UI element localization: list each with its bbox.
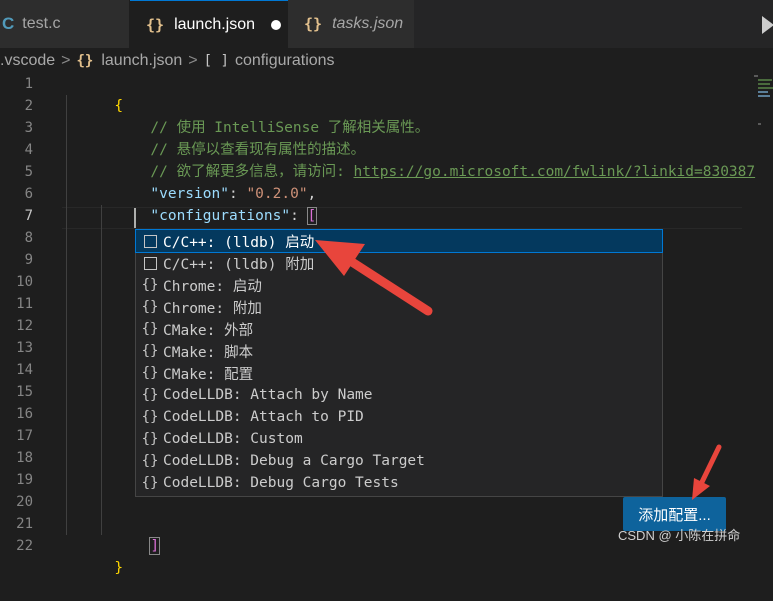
braces-icon: {} [141, 387, 159, 403]
breadcrumb-symbol[interactable]: configurations [235, 52, 335, 70]
snippet-icon [140, 234, 160, 248]
code-text[interactable]: { // 使用 IntelliSense 了解相关属性。 // 悬停以查看现有属… [62, 73, 755, 576]
braces-icon: {} [141, 475, 159, 491]
suggestion-label: CodeLLDB: Custom [163, 431, 303, 447]
editor-tab-bar: C test.c {} launch.json {} tasks.json [0, 0, 773, 48]
line-number: 1 [24, 76, 33, 92]
watermark: CSDN @ 小陈在拼命 [618, 528, 741, 543]
json-file-icon: {} [76, 53, 94, 69]
minimap[interactable] [752, 73, 773, 133]
braces-icon: {} [141, 431, 159, 447]
c-file-icon: C [2, 14, 15, 33]
chevron-right-icon: > [61, 52, 71, 69]
line-number: 20 [16, 494, 33, 510]
suggestion-label: C/C++: (lldb) 附加 [163, 256, 315, 273]
line-number: 22 [16, 538, 33, 554]
suggestion-label: Chrome: 附加 [163, 300, 262, 317]
suggestion-item[interactable]: {} CodeLLDB: Attach by Name [136, 384, 662, 406]
suggestion-label: CMake: 配置 [163, 366, 254, 383]
suggestion-label: CodeLLDB: Debug a Cargo Target [163, 453, 425, 469]
json-file-icon: {} [146, 15, 165, 34]
braces-icon: {} [141, 453, 159, 469]
line-number: 19 [16, 472, 33, 488]
suggestion-item[interactable]: {} Chrome: 附加 [136, 296, 662, 318]
tab-launch-json[interactable]: {} launch.json [130, 0, 288, 48]
line-number: 11 [16, 296, 33, 312]
line-number: 7 [24, 208, 33, 224]
braces-icon: {} [141, 321, 159, 337]
suggestion-list[interactable]: C/C++: (lldb) 启动 C/C++: (lldb) 附加 {} Chr… [135, 229, 663, 497]
tab-test-c[interactable]: C test.c [0, 0, 130, 48]
line-number: 18 [16, 450, 33, 466]
suggestion-item[interactable]: {} CMake: 外部 [136, 318, 662, 340]
line-number: 5 [24, 164, 33, 180]
suggestion-item[interactable]: C/C++: (lldb) 启动 [135, 229, 663, 253]
indent-guide [101, 205, 102, 535]
open-bracket: [ [306, 207, 318, 225]
braces-icon: {} [141, 409, 159, 425]
line-number: 9 [24, 252, 33, 268]
code-line: // 欲了解更多信息，请访问: https://go.microsoft.com… [98, 139, 755, 180]
line-number: 15 [16, 384, 33, 400]
code-line: // 使用 IntelliSense 了解相关属性。 [98, 95, 429, 136]
tab-label: launch.json [174, 15, 256, 33]
code-line: { [62, 73, 123, 114]
line-number: 4 [24, 142, 33, 158]
close-bracket: ] [149, 537, 161, 555]
suggestion-item[interactable]: {} CodeLLDB: Debug Cargo Tests [136, 472, 662, 494]
chevron-right-icon: > [188, 52, 198, 69]
suggestion-label: CMake: 脚本 [163, 344, 254, 361]
suggestion-label: CodeLLDB: Debug Cargo Tests [163, 475, 399, 491]
suggestion-item[interactable]: C/C++: (lldb) 附加 [136, 252, 662, 274]
code-line: ] [98, 513, 161, 555]
line-number: 6 [24, 186, 33, 202]
line-number: 16 [16, 406, 33, 422]
line-number: 13 [16, 340, 33, 356]
suggestion-label: CodeLLDB: Attach to PID [163, 409, 364, 425]
braces-icon: {} [141, 277, 159, 293]
code-line: "configurations": [ [98, 183, 318, 225]
breadcrumb-file[interactable]: launch.json [101, 52, 182, 70]
braces-icon: {} [141, 299, 159, 315]
json-file-icon: {} [304, 15, 323, 33]
array-symbol-icon: [ ] [203, 53, 229, 69]
docs-link[interactable]: https://go.microsoft.com/fwlink/?linkid=… [354, 164, 756, 180]
suggestion-item[interactable]: {} CodeLLDB: Attach to PID [136, 406, 662, 428]
suggestion-item[interactable]: {} CodeLLDB: Debug a Cargo Target [136, 450, 662, 472]
suggestion-label: CodeLLDB: Attach by Name [163, 387, 373, 403]
braces-icon: {} [141, 343, 159, 359]
line-number: 17 [16, 428, 33, 444]
line-number: 2 [24, 98, 33, 114]
run-icon[interactable] [762, 16, 773, 34]
unsaved-dot-icon[interactable] [271, 19, 282, 30]
suggestion-label: Chrome: 启动 [163, 278, 262, 295]
json-key: "configurations" [150, 208, 291, 224]
text-cursor [134, 208, 136, 228]
json-colon: : [290, 208, 308, 224]
snippet-icon [140, 256, 160, 270]
code-line: // 悬停以查看现有属性的描述。 [98, 117, 365, 158]
suggestion-item[interactable]: {} CodeLLDB: Custom [136, 428, 662, 450]
line-number: 10 [16, 274, 33, 290]
suggestion-item[interactable]: {} CMake: 配置 [136, 362, 662, 384]
suggestion-label: CMake: 外部 [163, 322, 254, 339]
suggestion-item[interactable]: {} Chrome: 启动 [136, 274, 662, 296]
tab-tasks-json[interactable]: {} tasks.json [288, 0, 414, 48]
code-line: "version": "0.2.0", [98, 161, 316, 202]
suggestion-item[interactable]: {} CMake: 脚本 [136, 340, 662, 362]
close-brace: } [114, 560, 124, 576]
breadcrumb: .vscode > {} launch.json > [ ] configura… [0, 49, 773, 73]
line-number: 21 [16, 516, 33, 532]
line-number: 3 [24, 120, 33, 136]
tab-label: test.c [22, 15, 61, 32]
suggestion-label: C/C++: (lldb) 启动 [163, 234, 315, 251]
line-number: 14 [16, 362, 33, 378]
tab-label: tasks.json [332, 15, 404, 32]
braces-icon: {} [141, 365, 159, 381]
code-line: } [62, 535, 123, 576]
breadcrumb-folder[interactable]: .vscode [0, 52, 55, 70]
line-number: 12 [16, 318, 33, 334]
line-number: 8 [24, 230, 33, 246]
